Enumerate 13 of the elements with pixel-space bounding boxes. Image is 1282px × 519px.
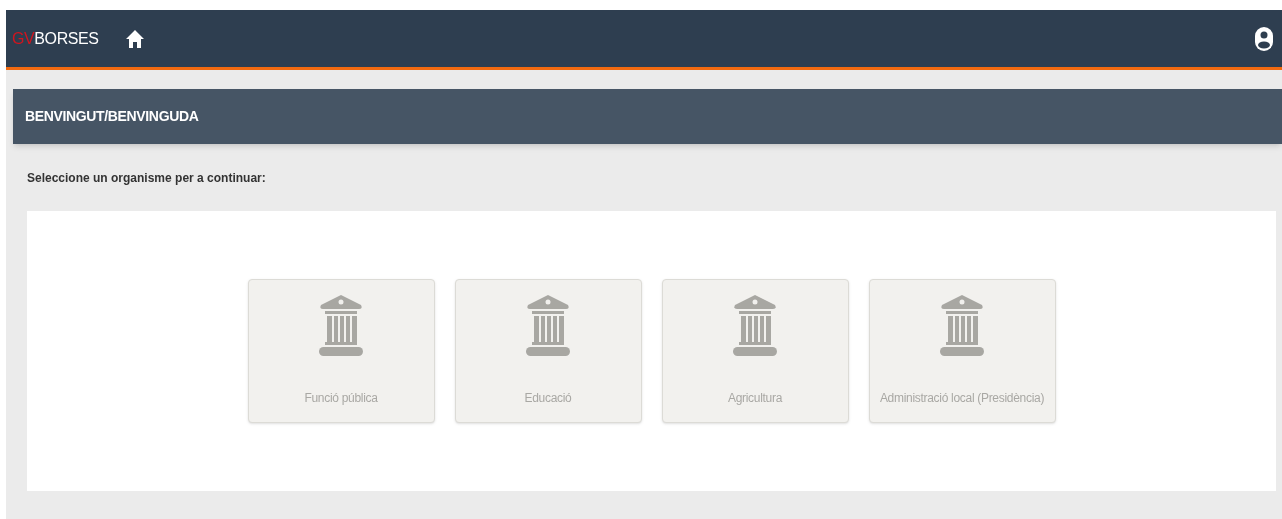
building-icon xyxy=(526,295,570,357)
logo-link[interactable]: GVBORSES xyxy=(12,26,99,51)
organism-card[interactable]: Educació xyxy=(454,279,642,423)
organism-card[interactable]: Funció pública xyxy=(247,279,435,423)
user-icon[interactable] xyxy=(1254,25,1274,52)
building-icon xyxy=(940,295,984,357)
home-icon[interactable] xyxy=(124,28,145,49)
organism-card[interactable]: Agricultura xyxy=(661,279,849,423)
building-icon xyxy=(319,295,363,357)
instruction-text: Seleccione un organisme per a continuar: xyxy=(27,171,266,185)
organism-card[interactable]: Administració local (Presidència) xyxy=(868,279,1056,423)
building-icon xyxy=(733,295,777,357)
panel-title: BENVINGUT/BENVINGUDA xyxy=(25,107,199,126)
